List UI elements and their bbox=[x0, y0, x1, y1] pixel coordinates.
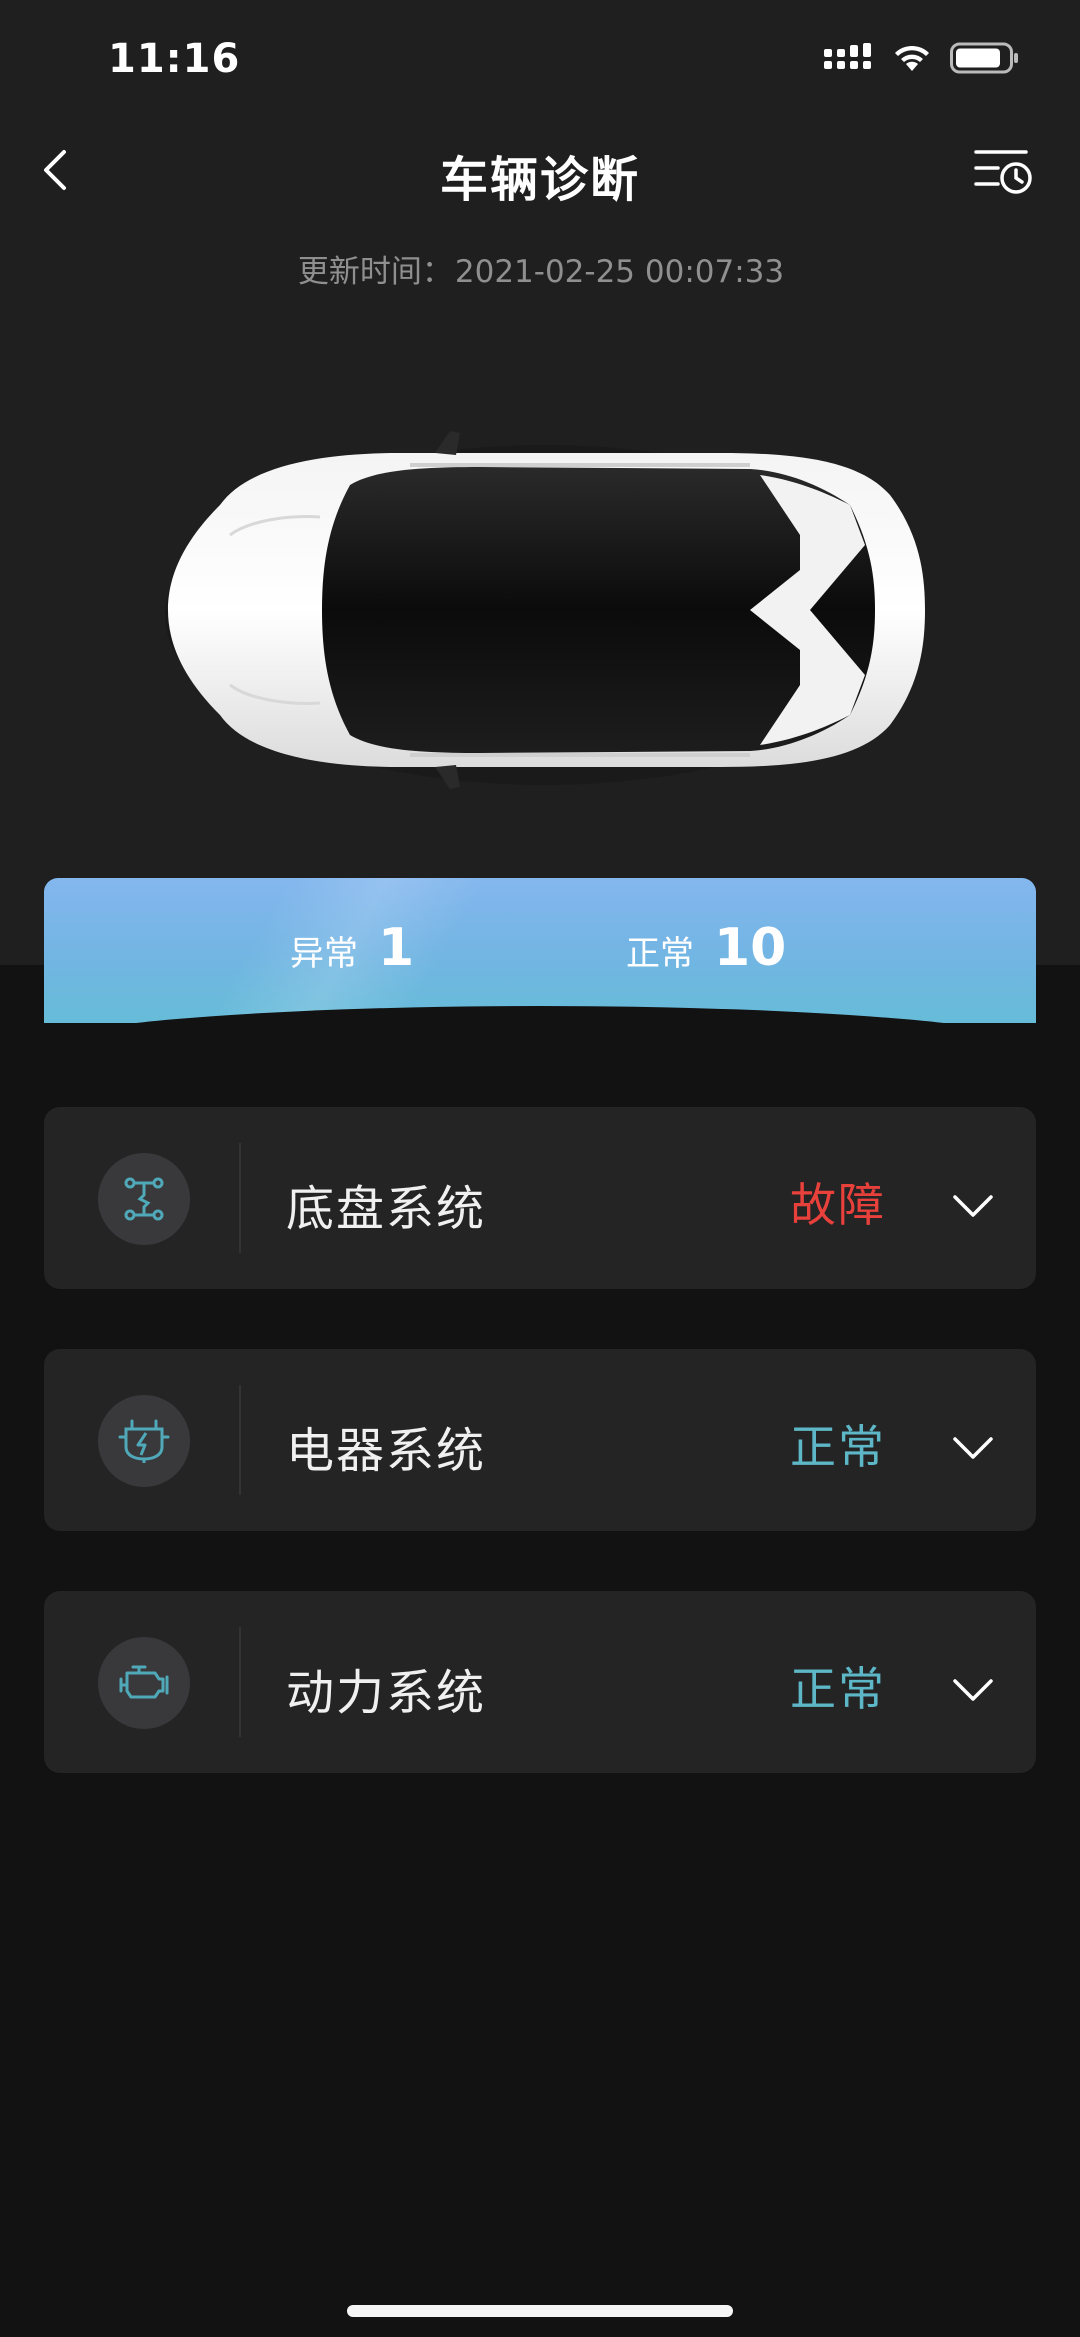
update-time-label: 更新时间： bbox=[297, 254, 453, 290]
list-clock-icon bbox=[974, 150, 1032, 194]
signal-icon bbox=[824, 43, 871, 69]
update-time: 更新时间：2021-02-25 00:07:33 bbox=[0, 246, 1080, 291]
history-button[interactable] bbox=[972, 144, 1036, 200]
system-name: 动力系统 bbox=[286, 1665, 487, 1721]
expand-button[interactable] bbox=[950, 1185, 996, 1225]
update-time-value: 2021-02-25 00:07:33 bbox=[454, 254, 785, 290]
system-card-powertrain[interactable]: 动力系统 正常 bbox=[44, 1591, 1036, 1773]
normal-count: 10 bbox=[714, 918, 787, 978]
status-icons bbox=[824, 42, 1020, 74]
expand-button[interactable] bbox=[950, 1427, 996, 1467]
abnormal-summary: 异常 1 bbox=[290, 918, 414, 978]
engine-icon bbox=[98, 1637, 190, 1729]
system-name: 电器系统 bbox=[286, 1423, 487, 1479]
system-status: 正常 bbox=[790, 1420, 886, 1474]
wifi-icon bbox=[895, 45, 929, 71]
system-status: 正常 bbox=[790, 1662, 886, 1716]
car-image bbox=[160, 425, 930, 795]
normal-summary: 正常 10 bbox=[626, 918, 786, 978]
chevron-down-icon bbox=[953, 1679, 993, 1701]
electrical-icon bbox=[98, 1395, 190, 1487]
diagnosis-summary: 异常 1 正常 10 bbox=[44, 878, 1036, 1023]
status-time: 11:16 bbox=[108, 36, 241, 82]
system-card-electrical[interactable]: 电器系统 正常 bbox=[44, 1349, 1036, 1531]
chevron-down-icon bbox=[953, 1195, 993, 1217]
normal-label: 正常 bbox=[626, 934, 694, 974]
battery-icon bbox=[950, 42, 1018, 74]
page-title: 车辆诊断 bbox=[439, 152, 640, 208]
home-indicator[interactable] bbox=[347, 2305, 733, 2317]
expand-button[interactable] bbox=[950, 1669, 996, 1709]
system-status: 故障 bbox=[790, 1178, 886, 1232]
chevron-down-icon bbox=[953, 1437, 993, 1459]
abnormal-count: 1 bbox=[378, 918, 415, 978]
system-name: 底盘系统 bbox=[286, 1181, 487, 1237]
abnormal-label: 异常 bbox=[290, 934, 358, 974]
chassis-icon bbox=[98, 1153, 190, 1245]
system-card-chassis[interactable]: 底盘系统 故障 bbox=[44, 1107, 1036, 1289]
